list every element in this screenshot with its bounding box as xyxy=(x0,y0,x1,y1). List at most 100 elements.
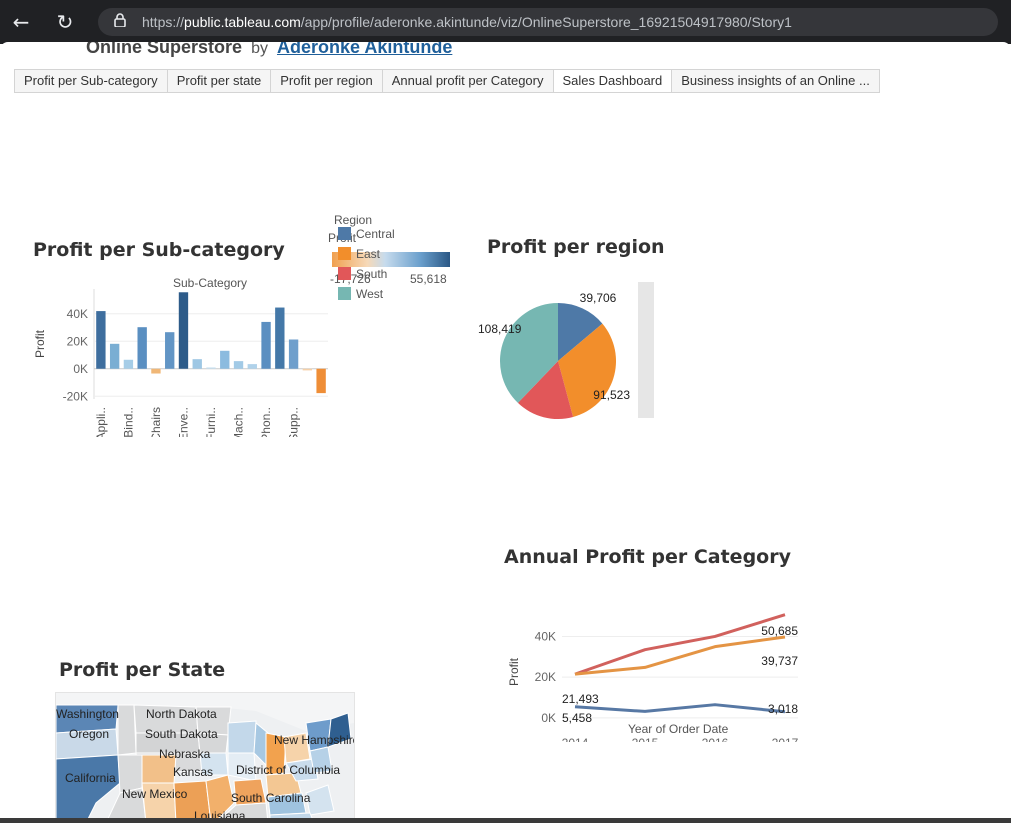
bar-y-tick-label: 20K xyxy=(67,334,88,348)
lock-icon xyxy=(114,13,126,27)
region-legend-label: South xyxy=(356,267,388,281)
bar-x-tick-label: Appli.. xyxy=(94,407,108,437)
pie-data-label: 91,523 xyxy=(593,388,630,402)
line-series-2 xyxy=(574,703,786,714)
viz-title-text: Online Superstore xyxy=(86,42,243,57)
state-map[interactable]: Washington North Dakota Oregon South Dakota… xyxy=(55,692,355,820)
back-arrow-icon[interactable]: ← xyxy=(8,9,34,35)
state-label[interactable]: South Carolina xyxy=(231,791,310,805)
state-label[interactable]: South Dakota xyxy=(145,727,218,741)
bar-x-tick-label: Furni.. xyxy=(204,407,218,437)
bar-0 xyxy=(96,311,106,369)
bar-7 xyxy=(192,359,202,369)
pie-data-label: 39,706 xyxy=(580,291,617,305)
line-y-tick-label: 0K xyxy=(541,711,556,725)
line-x-tick-label: 2014 xyxy=(562,736,589,742)
reload-icon[interactable]: ↻ xyxy=(52,9,78,35)
tab-1[interactable]: Profit per state xyxy=(166,70,271,92)
bar-x-tick-label: Bind.. xyxy=(121,407,135,437)
tab-5[interactable]: Business insights of an Online ... xyxy=(671,70,880,92)
state-label[interactable]: New Hampshire xyxy=(274,733,354,747)
state-label[interactable]: California xyxy=(65,771,116,785)
region-scrollbar[interactable] xyxy=(638,282,654,418)
line-y-tick-label: 20K xyxy=(535,670,556,684)
region-legend-item[interactable]: Central xyxy=(338,227,395,242)
bar-6 xyxy=(178,292,189,369)
region-legend-swatch xyxy=(338,267,351,280)
bar-4 xyxy=(151,368,161,374)
page: Online Superstore by Aderonke Akintunde … xyxy=(0,42,1011,820)
pie-data-label: 108,419 xyxy=(478,322,522,336)
line-data-label: 50,685 xyxy=(761,624,798,638)
bar-9 xyxy=(220,350,230,369)
state-label[interactable]: Oregon xyxy=(69,727,109,741)
bar-x-tick-label: Chairs xyxy=(149,407,163,437)
line-x-tick-label: 2016 xyxy=(702,736,729,742)
line-series-0 xyxy=(574,613,786,676)
viz-title-by: by xyxy=(251,42,268,57)
bar-y-tick-label: -20K xyxy=(63,389,88,403)
region-legend-label: West xyxy=(356,287,384,301)
tab-4[interactable]: Sales Dashboard xyxy=(552,70,672,92)
subcat-title: Profit per Sub-category xyxy=(33,239,285,261)
bottom-bar xyxy=(0,818,1011,823)
bar-12 xyxy=(261,321,271,369)
region-legend-swatch xyxy=(338,227,351,240)
region-legend-swatch xyxy=(338,287,351,300)
bar-x-tick-label: Supp.. xyxy=(287,407,301,437)
url-text: https://public.tableau.com/app/profile/a… xyxy=(142,14,792,30)
subcat-bar-chart: -20K 0K 20K 40K Profit Appli.. Bind.. Chairs Env… xyxy=(33,289,328,437)
story-tabs: Profit per Sub-category Profit per state P… xyxy=(14,69,880,93)
tab-3[interactable]: Annual profit per Category xyxy=(381,70,553,92)
line-data-label: 3,018 xyxy=(768,702,798,716)
bar-x-tick-label: Phon.. xyxy=(259,407,273,437)
bar-14 xyxy=(288,339,299,369)
bar-x-tick-label: Mach.. xyxy=(232,407,246,437)
state-title: Profit per State xyxy=(59,659,226,681)
viz-title: Online Superstore by Aderonke Akintunde xyxy=(86,42,452,58)
line-data-label: 21,493 xyxy=(562,692,599,706)
region-pie-chart: 39,706 91,523 108,419 xyxy=(478,291,630,419)
line-y-tick-label: 40K xyxy=(535,629,556,643)
bar-11 xyxy=(247,364,257,369)
state-label[interactable]: New Mexico xyxy=(122,787,187,801)
bar-y-axis-title: Profit xyxy=(33,329,47,358)
bar-1 xyxy=(109,343,120,369)
state-label[interactable]: District of Columbia xyxy=(236,763,340,777)
bar-16 xyxy=(316,368,326,394)
region-legend-item[interactable]: West xyxy=(338,287,383,302)
bar-y-tick-label: 40K xyxy=(67,307,88,321)
state-label[interactable]: Nebraska xyxy=(159,747,210,761)
region-legend-label: East xyxy=(356,247,381,261)
tab-2[interactable]: Profit per region xyxy=(270,70,382,92)
line-y-axis-title: Profit xyxy=(507,657,521,686)
line-data-label: 39,737 xyxy=(761,654,798,668)
bar-5 xyxy=(165,332,175,369)
region-legend-item[interactable]: East xyxy=(338,247,380,262)
bar-8 xyxy=(206,367,216,369)
bar-2 xyxy=(123,359,134,369)
address-bar[interactable]: https://public.tableau.com/app/profile/a… xyxy=(98,8,998,36)
bar-x-tick-label: Enve.. xyxy=(176,407,190,437)
tab-0[interactable]: Profit per Sub-category xyxy=(14,70,167,92)
region-legend-swatch xyxy=(338,247,351,260)
line-x-tick-label: 2015 xyxy=(632,736,659,742)
bar-3 xyxy=(137,327,147,369)
bar-10 xyxy=(233,361,244,369)
state-label[interactable]: Washington xyxy=(56,707,119,721)
bar-15 xyxy=(302,368,313,371)
line-x-tick-label: 2017 xyxy=(772,736,799,742)
author-link[interactable]: Aderonke Akintunde xyxy=(277,42,452,57)
line-data-label: 5,458 xyxy=(562,711,592,725)
region-title: Profit per region xyxy=(487,236,665,258)
state-label[interactable]: North Dakota xyxy=(146,707,217,721)
profit-legend-max: 55,618 xyxy=(410,272,447,286)
region-legend-label: Central xyxy=(356,227,395,241)
region-legend-item[interactable]: South xyxy=(338,267,387,282)
region-legend-title: Region xyxy=(334,213,373,227)
annual-title: Annual Profit per Category xyxy=(504,546,791,568)
bar-y-tick-label: 0K xyxy=(73,362,88,376)
state-label[interactable]: Kansas xyxy=(173,765,213,779)
bar-13 xyxy=(275,307,285,369)
annual-xlabel: Year of Order Date xyxy=(628,722,729,736)
